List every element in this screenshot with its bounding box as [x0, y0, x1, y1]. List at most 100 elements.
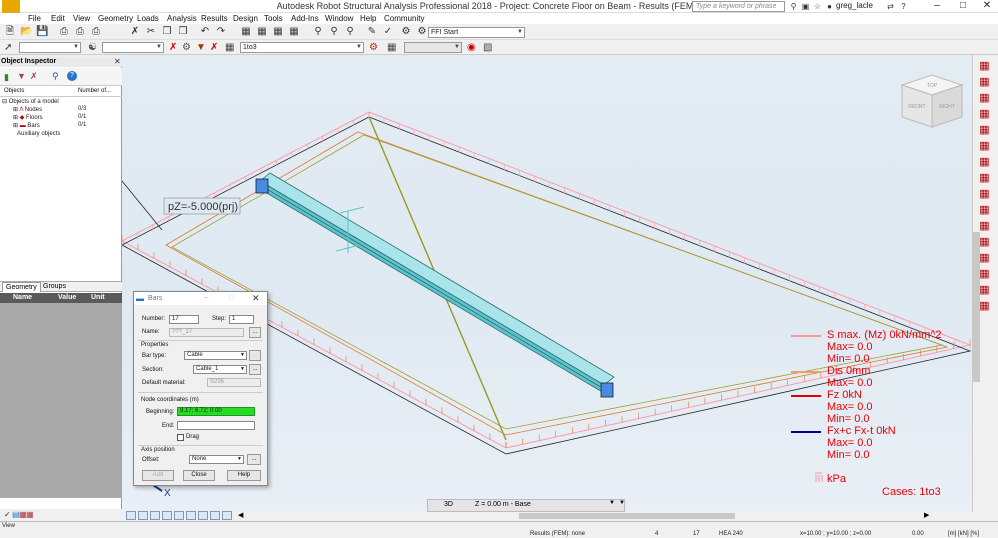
tree-node-auxiliary[interactable]: Auxiliary objects [17, 131, 60, 137]
menu-analysis[interactable]: Analysis [167, 13, 197, 24]
view-tool-icon[interactable] [150, 511, 160, 520]
remove-filter-icon[interactable]: ✗ [30, 71, 38, 82]
mode-combo[interactable]: ▼ [404, 42, 462, 53]
zoom-window-icon[interactable]: ⚲ [328, 26, 340, 38]
copy-icon[interactable]: ❐ [161, 26, 173, 38]
settings-icon[interactable]: ⚙ [400, 26, 412, 38]
tree-node-nodes[interactable]: ⊞ Λ Nodes [13, 106, 42, 113]
user-name[interactable]: greg_lacle [836, 1, 873, 10]
bar-selection-combo[interactable]: ▼ [102, 42, 164, 53]
tab-geometry[interactable]: Geometry [2, 282, 41, 292]
table4-icon[interactable]: ▦ [288, 26, 300, 38]
layout-combo[interactable]: FFI Start ▼ [428, 27, 525, 38]
star-icon[interactable]: ☆ [812, 1, 823, 12]
step-input[interactable]: 1 [229, 315, 254, 324]
help-button[interactable]: Help [227, 470, 261, 481]
print-icon[interactable]: ⎙ [58, 26, 70, 38]
menu-results[interactable]: Results [201, 13, 228, 24]
section-select[interactable]: Cable_1 ▼ [193, 365, 247, 374]
save-icon[interactable]: 💾 [36, 26, 48, 38]
stop-icon[interactable]: ◉ [467, 42, 479, 54]
add-button[interactable]: Add [142, 470, 174, 481]
print-preview-icon[interactable]: ⎙ [74, 26, 86, 38]
tree-node-model[interactable]: ⊟ Objects of a model [2, 98, 59, 105]
menu-loads[interactable]: Loads [137, 13, 159, 24]
minimize-icon[interactable]: – [204, 293, 208, 302]
expand-icon[interactable]: ▮ [4, 72, 9, 83]
beam-icon[interactable]: ▦ [977, 108, 992, 121]
display-icon[interactable]: ▧ [483, 42, 495, 54]
close-icon[interactable]: ✕ [252, 293, 260, 304]
table-icon[interactable]: ▦ [240, 26, 252, 38]
bar-icon[interactable]: ▦ [977, 92, 992, 105]
menu-edit[interactable]: Edit [51, 13, 65, 24]
user-icon[interactable]: ● [824, 1, 835, 12]
close-window-button[interactable]: ✕ [972, 0, 998, 12]
new-icon[interactable]: 🗎 [4, 26, 16, 38]
clear-case-icon[interactable]: ✗ [210, 42, 222, 54]
truss-icon[interactable]: ▦ [977, 156, 992, 169]
name-browse-button[interactable]: ... [249, 327, 261, 338]
bar-selection-icon[interactable]: ☯ [88, 42, 100, 54]
wall-icon[interactable]: ▦ [977, 172, 992, 185]
close-icon[interactable]: ✕ [114, 57, 121, 66]
zoom-all-icon[interactable]: ⚲ [344, 26, 356, 38]
edit-icon[interactable]: ✎ [366, 26, 378, 38]
filter-icon[interactable]: ⚙ [182, 42, 194, 54]
bar-type-select[interactable]: Cable ▼ [184, 351, 247, 360]
calc-icon[interactable]: ✓ [382, 26, 394, 38]
view-tool-icon[interactable] [174, 511, 184, 520]
drag-checkbox[interactable] [177, 434, 184, 441]
open-icon[interactable]: 📂 [20, 26, 32, 38]
zoom-icon[interactable]: ⚲ [312, 26, 324, 38]
table3-icon[interactable]: ▦ [272, 26, 284, 38]
menu-geometry[interactable]: Geometry [98, 13, 133, 24]
screen-capture-icon[interactable]: ⎙ [90, 26, 102, 38]
view-tool-icon[interactable] [210, 511, 220, 520]
column-icon[interactable]: ▦ [977, 124, 992, 137]
search-icon[interactable]: ⚲ [788, 1, 799, 12]
clear-selection-icon[interactable]: ✗ [169, 42, 181, 54]
search-icon[interactable]: ⚲ [52, 71, 59, 82]
close-button[interactable]: Close [183, 470, 215, 481]
chevron-down-icon[interactable]: ▼ [619, 500, 625, 506]
section-icon[interactable]: ▦ [977, 76, 992, 89]
help-icon[interactable]: ? [67, 71, 77, 81]
view-tool-icon[interactable] [186, 511, 196, 520]
view-mode-label[interactable]: 3D [444, 501, 453, 508]
undo-icon[interactable]: ↶ [199, 26, 211, 38]
grid-icon[interactable]: ▦ [977, 140, 992, 153]
number-input[interactable]: 17 [169, 315, 199, 324]
tab-groups[interactable]: Groups [40, 282, 69, 291]
view-tool-icon[interactable] [138, 511, 148, 520]
menu-tools[interactable]: Tools [264, 13, 283, 24]
paste-icon[interactable]: ❐ [177, 26, 189, 38]
case-icon[interactable]: ▦ [225, 42, 237, 54]
name-input[interactable]: ???_17 [169, 328, 244, 337]
settings2-icon[interactable]: ⚙ [416, 26, 428, 38]
material-input[interactable]: S235 [207, 378, 261, 387]
menu-view[interactable]: View [73, 13, 90, 24]
pin-icon[interactable]: ✓ [4, 510, 11, 519]
scroll-left-icon[interactable]: ◀ [238, 511, 243, 519]
delete-icon[interactable]: ✗ [129, 26, 141, 38]
view-tool-icon[interactable] [126, 511, 136, 520]
mode-icon[interactable]: ▦ [387, 42, 399, 54]
menu-community[interactable]: Community [384, 13, 424, 24]
vertical-scrollbar[interactable] [972, 232, 980, 382]
node-selection-combo[interactable]: ▼ [19, 42, 81, 53]
cursor-icon[interactable]: ➚ [4, 42, 16, 54]
menu-design[interactable]: Design [233, 13, 258, 24]
menu-window[interactable]: Window [325, 13, 353, 24]
subscription-icon[interactable]: ▣ [800, 1, 811, 12]
load-icon[interactable]: ⚙ [369, 42, 381, 54]
offset-select[interactable]: None ▼ [189, 455, 244, 464]
support-icon[interactable]: ▦ [977, 204, 992, 217]
scrollbar-thumb[interactable] [519, 513, 735, 519]
table2-icon[interactable]: ▦ [256, 26, 268, 38]
chevron-down-icon[interactable]: ▼ [609, 500, 615, 506]
beginning-input[interactable]: 9.17; 6.72; 0.00 [177, 407, 255, 416]
redo-icon[interactable]: ↷ [215, 26, 227, 38]
case-combo[interactable]: 1to3 ▼ [240, 42, 364, 53]
keyword-search-input[interactable]: Type a keyword or phrase [692, 1, 785, 12]
